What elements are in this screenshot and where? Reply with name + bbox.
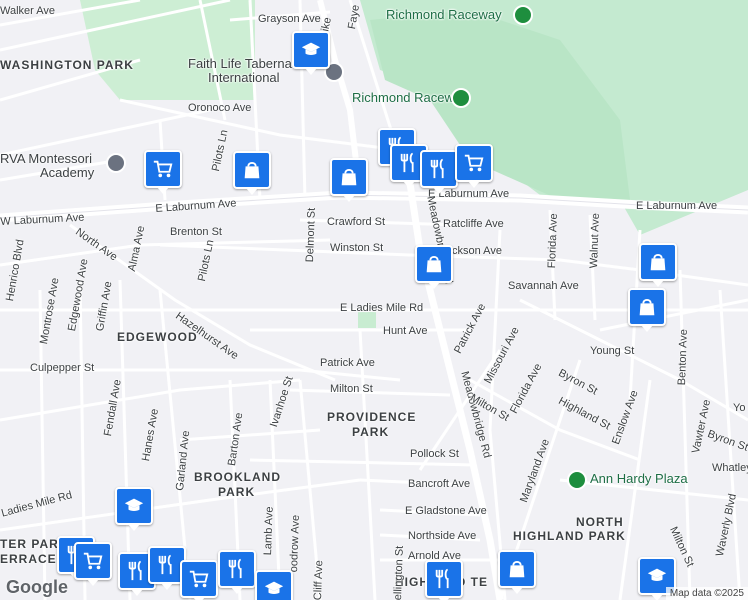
school-icon[interactable] bbox=[106, 153, 126, 173]
shopping-bag-pin-icon[interactable] bbox=[498, 550, 536, 594]
area-label-highland-park: HIGHLAND PARK bbox=[513, 529, 626, 543]
street-florida-top: Florida Ave bbox=[546, 213, 560, 269]
street-yo: Yo bbox=[733, 402, 746, 414]
street-cliff: Cliff Ave bbox=[312, 560, 326, 600]
poi-label-ann-hardy[interactable]: Ann Hardy Plaza bbox=[590, 472, 688, 485]
street-jackson: ckson Ave bbox=[452, 245, 502, 257]
raceway-top-icon[interactable] bbox=[513, 5, 533, 25]
area-label-brookland-park: PARK bbox=[218, 485, 256, 499]
street-walnut: Walnut Ave bbox=[588, 212, 602, 269]
poi-label-montessori-2[interactable]: Academy bbox=[40, 166, 94, 179]
restaurant-pin-icon[interactable] bbox=[218, 550, 256, 594]
area-label-washington-park: WASHINGTON PARK bbox=[0, 58, 134, 72]
street-culpepper: Culpepper St bbox=[30, 362, 95, 374]
area-label-terrace: ERRACE bbox=[0, 552, 57, 566]
street-northside: Northside Ave bbox=[408, 530, 477, 542]
area-label-brookland: BROOKLAND bbox=[194, 470, 281, 484]
shopping-bag-pin-icon[interactable] bbox=[330, 158, 368, 202]
restaurant-pin-icon[interactable] bbox=[425, 560, 463, 600]
google-logo: Google bbox=[6, 577, 68, 597]
cart-pin-icon[interactable] bbox=[144, 150, 182, 194]
raceway-mid-icon[interactable] bbox=[451, 88, 471, 108]
shopping-bag-pin-icon[interactable] bbox=[415, 245, 453, 289]
street-wellington: ellington St bbox=[392, 545, 406, 600]
area-label-park: PARK bbox=[352, 425, 390, 439]
street-brenton: Brenton St bbox=[170, 226, 222, 238]
shopping-bag-pin-icon[interactable] bbox=[628, 288, 666, 332]
street-walker: Walker Ave bbox=[0, 5, 56, 17]
street-winston: Winston St bbox=[330, 242, 384, 254]
street-e-laburnum-e: E Laburnum Ave bbox=[636, 200, 718, 212]
shopping-bag-pin-icon[interactable] bbox=[639, 243, 677, 287]
street-delmont: Delmont St bbox=[304, 207, 318, 263]
street-patrick: Patrick Ave bbox=[320, 357, 375, 369]
street-ratcliffe: Ratcliffe Ave bbox=[443, 218, 504, 230]
small-park bbox=[358, 312, 376, 328]
school-pin-icon[interactable] bbox=[115, 487, 153, 531]
restaurant-pin-icon[interactable] bbox=[420, 150, 458, 194]
poi-label-faith-life-2[interactable]: International bbox=[208, 71, 280, 84]
poi-label-faith-life[interactable]: Faith Life Tabernacle bbox=[188, 57, 308, 70]
street-whatley: Whatley bbox=[712, 462, 748, 474]
area-label-edgewood: EDGEWOOD bbox=[117, 330, 198, 344]
cart-pin-icon[interactable] bbox=[455, 144, 493, 188]
ann-hardy-icon[interactable] bbox=[567, 470, 587, 490]
street-pollock: Pollock St bbox=[410, 448, 459, 460]
street-woodrow: oodrow Ave bbox=[288, 514, 302, 573]
street-e-gladstone: E Gladstone Ave bbox=[405, 505, 487, 517]
cart-pin-icon[interactable] bbox=[74, 542, 112, 586]
area-label-north: NORTH bbox=[576, 515, 624, 529]
street-crawford: Crawford St bbox=[327, 216, 386, 228]
school-pin-icon[interactable] bbox=[292, 31, 330, 75]
cart-pin-icon[interactable] bbox=[180, 560, 218, 600]
street-benton: Benton Ave bbox=[676, 328, 690, 386]
street-hunt: Hunt Ave bbox=[383, 325, 428, 337]
poi-label-montessori[interactable]: RVA Montessori bbox=[0, 152, 92, 165]
street-bancroft: Bancroft Ave bbox=[408, 478, 471, 490]
map-canvas[interactable]: WASHINGTON PARK EDGEWOOD PROVIDENCE PARK… bbox=[0, 0, 748, 600]
street-grayson: Grayson Ave bbox=[258, 13, 321, 25]
shopping-bag-pin-icon[interactable] bbox=[233, 151, 271, 195]
area-label-providence: PROVIDENCE bbox=[327, 410, 417, 424]
poi-label-raceway-top[interactable]: Richmond Raceway bbox=[386, 8, 502, 21]
street-savannah: Savannah Ave bbox=[508, 280, 579, 292]
street-lamb: Lamb Ave bbox=[262, 506, 276, 556]
street-ladies-mile: E Ladies Mile Rd bbox=[340, 302, 424, 314]
street-oronoco: Oronoco Ave bbox=[188, 102, 252, 114]
street-young: Young St bbox=[590, 345, 635, 357]
school-pin-icon[interactable] bbox=[255, 570, 293, 600]
map-attribution[interactable]: Map data ©2025 bbox=[665, 587, 748, 600]
street-milton: Milton St bbox=[330, 383, 373, 395]
